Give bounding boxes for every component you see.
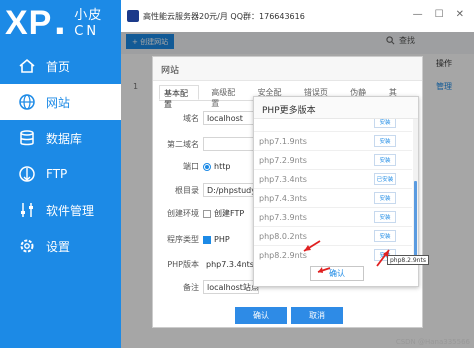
http-radio[interactable] [203, 162, 211, 171]
php-version-name: php8.2.9nts [259, 250, 307, 260]
php-version-name: php7.3.9nts [259, 212, 307, 222]
php-version-name: php7.3.4nts [259, 174, 307, 184]
php-version-list: 安装 php7.1.9nts 安装 php7.2.9nts 安装 php7.3.… [254, 119, 412, 261]
minimize-button[interactable]: — [413, 9, 423, 20]
php-version-name: php7.2.9nts [259, 155, 307, 165]
tooltip: php8.2.9nts [387, 255, 429, 265]
sidebar-item-label: FTP [46, 167, 68, 181]
maximize-button[interactable]: ☐ [435, 9, 444, 20]
top-bar: 高性能云服务器20元/月 QQ群：176643616 — ☐ ✕ [121, 0, 474, 32]
list-item: php7.3.4nts 已安装 [254, 170, 412, 189]
installed-badge: 已安装 [374, 173, 396, 185]
php-version-name: php8.0.2nts [259, 231, 307, 241]
php-version-select[interactable]: php7.3.4nts [203, 257, 254, 271]
sidebar-item-ftp[interactable]: FTP [0, 156, 121, 192]
create-ftp-checkbox[interactable] [203, 209, 211, 218]
php-version-label: PHP版本 [167, 259, 199, 269]
php-version-name: php7.4.3nts [259, 193, 307, 203]
note-field[interactable]: localhost站点 [203, 280, 259, 294]
popup-confirm-button[interactable]: 确认 [310, 266, 364, 281]
second-domain-label: 第二域名 [167, 139, 199, 149]
http-radio-label: http [214, 162, 231, 171]
php-version-name: php7.1.9nts [259, 136, 307, 146]
server-ad-icon [127, 10, 139, 22]
note-label: 备注 [183, 282, 199, 292]
sidebar-item-label: 设置 [46, 239, 71, 254]
sidebar-item-database[interactable]: 数据库 [0, 120, 121, 156]
dialog-confirm-button[interactable]: 确认 [235, 307, 287, 324]
create-ftp-label: 创建FTP [214, 209, 245, 218]
sidebar-item-label: 首页 [46, 59, 71, 74]
logo: XP . 小皮 CN [0, 0, 121, 46]
home-icon [18, 57, 36, 75]
install-button[interactable]: 安装 [374, 119, 396, 128]
close-button[interactable]: ✕ [456, 9, 464, 20]
env-label: 创建环境 [167, 209, 199, 218]
sidebar-item-label: 数据库 [46, 131, 83, 146]
dialog-cancel-button[interactable]: 取消 [291, 307, 343, 324]
sidebar-item-home[interactable]: 首页 [0, 48, 121, 84]
sidebar: XP . 小皮 CN 首页 网站 数据库 FTP 软件管理 设置 [0, 0, 121, 348]
list-item: php7.2.9nts 安装 [254, 151, 412, 170]
tab-advanced[interactable]: 高级配置 [207, 85, 245, 108]
sidebar-item-software[interactable]: 软件管理 [0, 192, 121, 228]
gear-icon [18, 237, 36, 255]
install-button[interactable]: 安装 [374, 192, 396, 204]
root-field[interactable]: D:/phpstudy_p [203, 183, 259, 197]
ftp-icon [18, 165, 36, 183]
watermark: CSDN @Hana335566 [395, 338, 470, 346]
list-item: 安装 [254, 119, 412, 132]
sidebar-item-label: 网站 [46, 95, 71, 110]
list-item: php7.3.9nts 安装 [254, 208, 412, 227]
ad-text[interactable]: 高性能云服务器20元/月 QQ群：176643616 [143, 11, 305, 22]
sliders-icon [18, 201, 36, 219]
type-label: 程序类型 [167, 235, 199, 244]
install-button[interactable]: 安装 [374, 211, 396, 223]
install-button[interactable]: 安装 [374, 135, 396, 147]
list-item: php7.1.9nts 安装 [254, 132, 412, 151]
database-icon [18, 129, 36, 147]
dialog-title: 网站 [153, 57, 422, 81]
logo-cn1: 小皮 [74, 7, 103, 23]
logo-main: XP [5, 3, 53, 42]
domain-label: 域名 [183, 113, 199, 123]
window-controls: — ☐ ✕ [413, 9, 464, 20]
root-label: 根目录 [175, 185, 199, 195]
logo-cn2: CN [74, 23, 100, 39]
list-item: php7.4.3nts 安装 [254, 189, 412, 208]
logo-dot: . [53, 3, 67, 43]
php-checkbox[interactable] [203, 235, 211, 244]
sidebar-item-website[interactable]: 网站 [0, 84, 121, 120]
sidebar-item-label: 软件管理 [46, 203, 95, 218]
popup-title: PHP更多版本 [254, 97, 418, 119]
tab-basic[interactable]: 基本配置 [159, 85, 200, 109]
install-button[interactable]: 安装 [374, 154, 396, 166]
sidebar-item-settings[interactable]: 设置 [0, 228, 121, 264]
list-item: php8.0.2nts 安装 [254, 227, 412, 246]
port-label: 端口 [183, 162, 199, 171]
install-button[interactable]: 安装 [374, 230, 396, 242]
globe-icon [18, 93, 36, 111]
scrollbar-thumb[interactable] [414, 181, 417, 259]
php-type-label: PHP [214, 235, 230, 244]
